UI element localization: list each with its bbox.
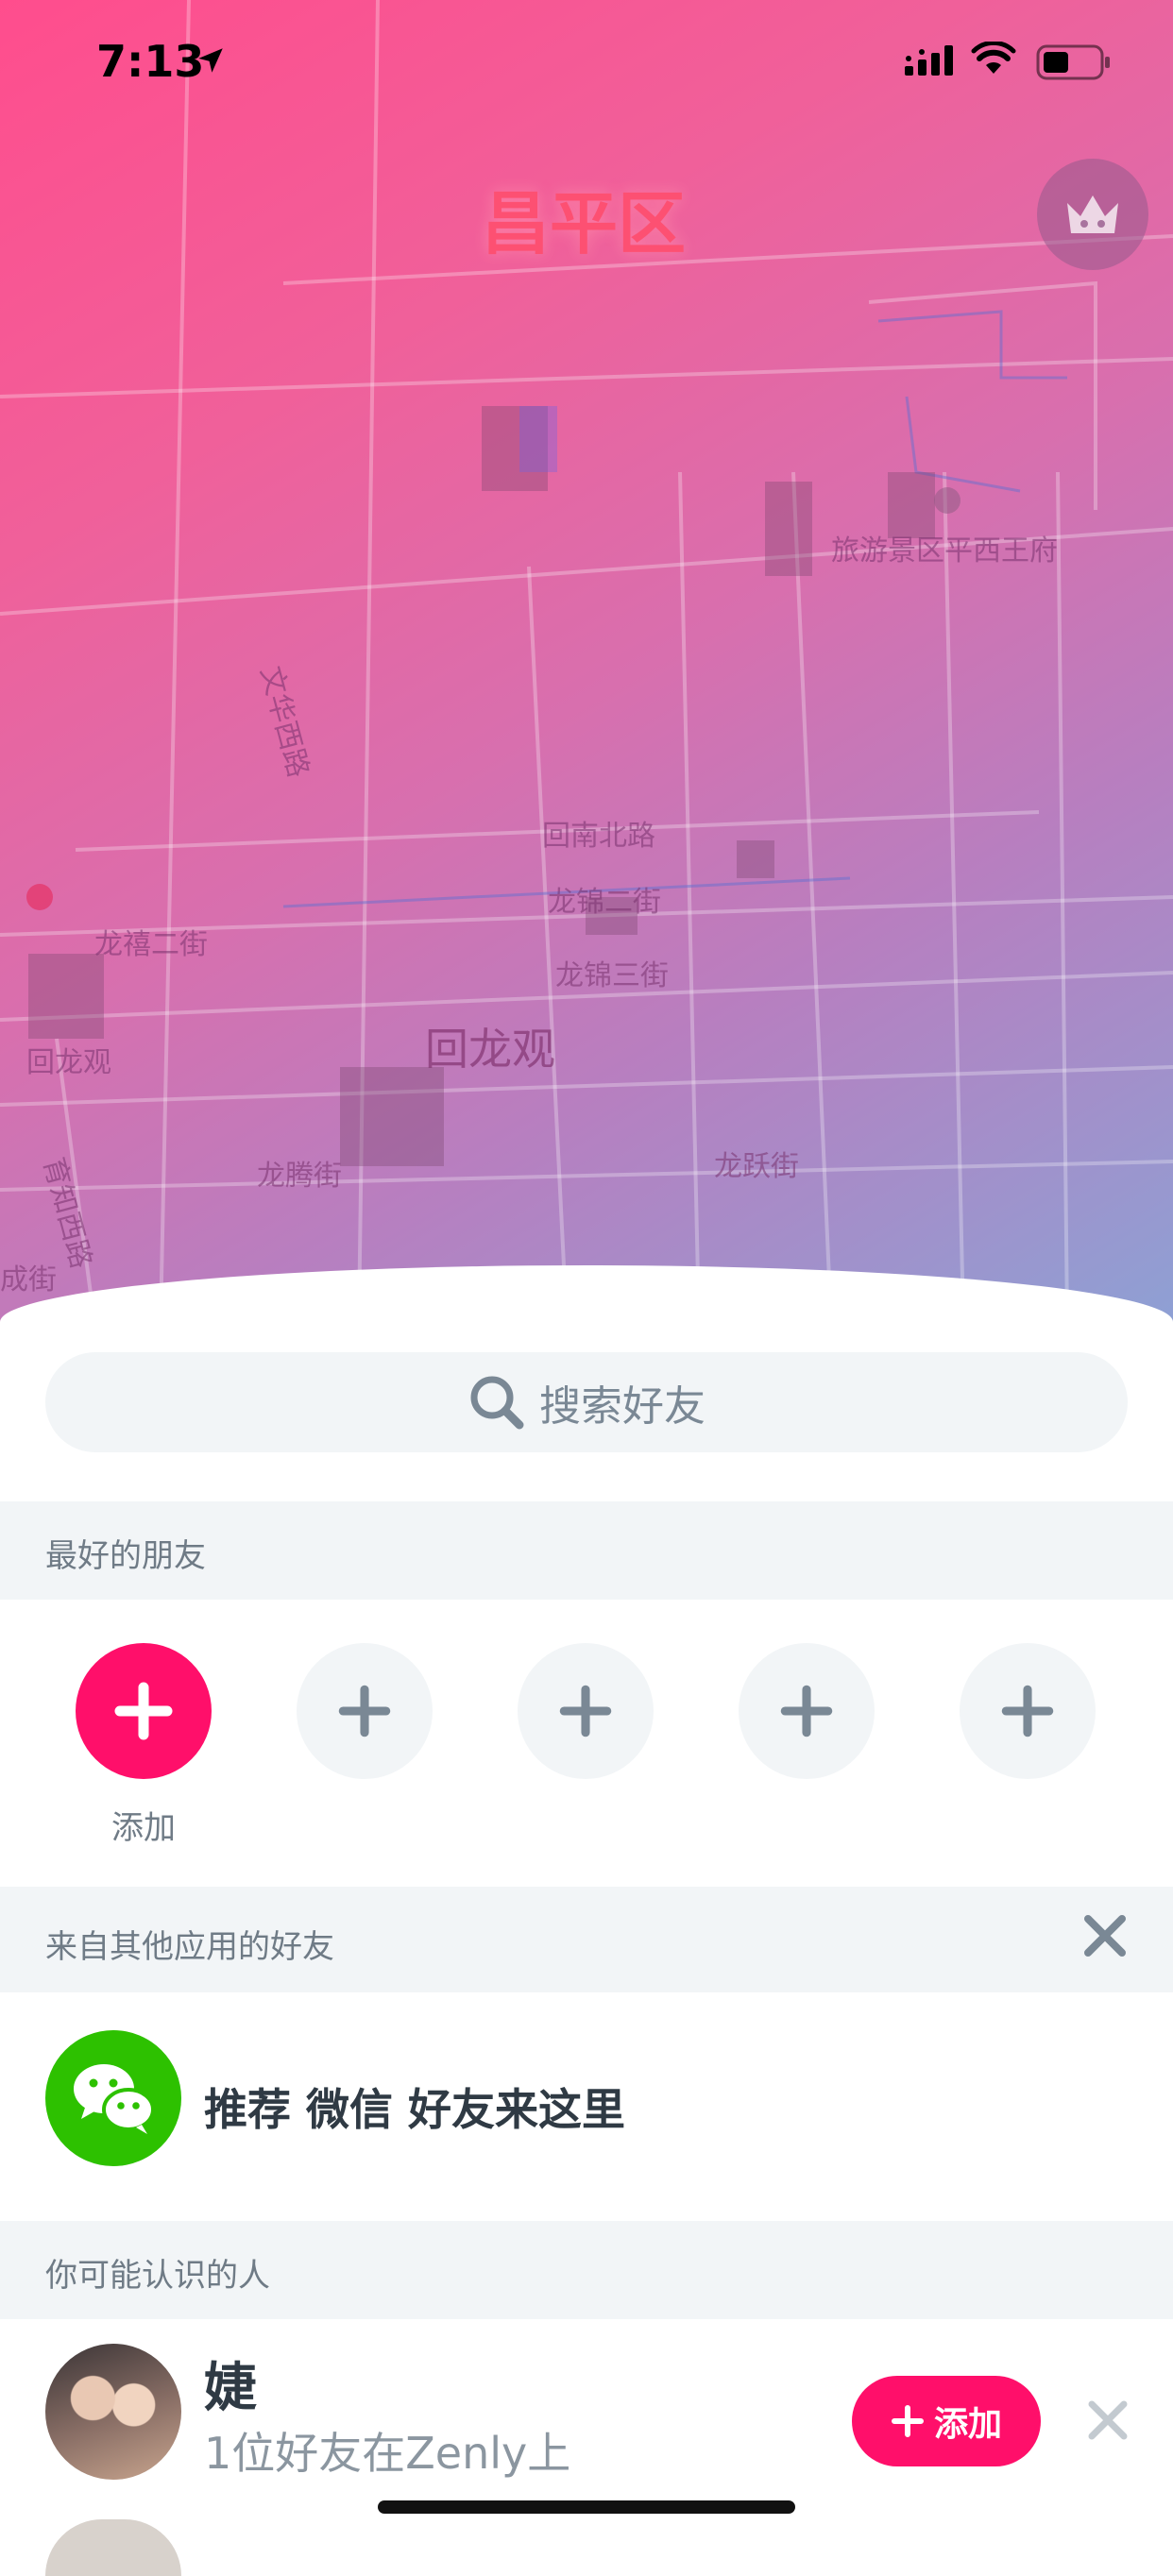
poi-label: 旅游景区平西王府 bbox=[831, 534, 1058, 568]
search-icon bbox=[470, 1376, 524, 1430]
section-title: 最好的朋友 bbox=[45, 1537, 206, 1575]
best-friends-header: 最好的朋友 bbox=[0, 1501, 1173, 1600]
add-friend-label: 添加 bbox=[933, 2405, 1002, 2444]
district-label: 昌平区 bbox=[482, 184, 687, 263]
plus-icon bbox=[559, 1685, 612, 1737]
location-arrow-icon bbox=[198, 48, 223, 73]
home-indicator[interactable] bbox=[378, 2500, 795, 2514]
best-friend-slot[interactable] bbox=[518, 1643, 654, 1779]
plus-icon bbox=[1001, 1685, 1054, 1737]
street-label: 成街 bbox=[0, 1263, 57, 1296]
add-label: 添加 bbox=[111, 1809, 176, 1847]
add-best-friend-button[interactable] bbox=[76, 1643, 212, 1779]
area-label: 回龙观 bbox=[425, 1024, 555, 1075]
street-label: 龙跃街 bbox=[714, 1150, 799, 1183]
status-time: 7:13 bbox=[96, 36, 205, 87]
plus-icon bbox=[891, 2405, 924, 2437]
section-title: 你可能认识的人 bbox=[45, 2257, 270, 2295]
other-apps-header: 来自其他应用的好友 bbox=[0, 1887, 1173, 1992]
person-name: 婕 bbox=[204, 2358, 257, 2419]
battery-icon bbox=[1036, 44, 1110, 80]
search-input[interactable]: 搜索好友 bbox=[45, 1352, 1128, 1452]
crown-icon bbox=[1067, 195, 1118, 233]
crown-button[interactable] bbox=[1037, 159, 1148, 270]
street-label: 龙禧二街 bbox=[94, 928, 208, 961]
dismiss-icon[interactable] bbox=[1084, 2397, 1131, 2444]
best-friend-slot[interactable] bbox=[960, 1643, 1096, 1779]
best-friend-slot[interactable] bbox=[297, 1643, 433, 1779]
person-mutual-friends: 1位好友在Zenly上 bbox=[204, 2428, 571, 2479]
friends-sheet: 搜索好友 最好的朋友 添加 来自其他应用的好友 推荐 微信 好友来这里 你可能认… bbox=[0, 1265, 1173, 2538]
status-bar: 7:13 bbox=[0, 0, 1173, 123]
suggestions-header: 你可能认识的人 bbox=[0, 2221, 1173, 2319]
plus-icon bbox=[780, 1685, 833, 1737]
add-friend-button[interactable]: 添加 bbox=[852, 2376, 1041, 2466]
wechat-icon bbox=[45, 2030, 181, 2166]
street-label: 回南北路 bbox=[542, 820, 655, 853]
section-title: 来自其他应用的好友 bbox=[45, 1928, 334, 1966]
street-label: 龙腾街 bbox=[257, 1160, 342, 1193]
search-placeholder: 搜索好友 bbox=[539, 1382, 706, 1431]
wifi-icon bbox=[971, 42, 1016, 74]
wechat-invite-text: 推荐 微信 好友来这里 bbox=[204, 2084, 626, 2135]
cellular-signal-icon bbox=[905, 45, 953, 76]
close-icon[interactable] bbox=[1080, 1911, 1130, 1960]
suggested-person-row[interactable]: 婕 1位好友在Zenly上 添加 bbox=[0, 2319, 1173, 2508]
map-view[interactable]: 昌平区 旅游景区平西王府 回龙观 文华西路 回南北路 龙锦二街 龙锦三街 龙禧二… bbox=[0, 0, 1173, 1322]
wechat-invite-row[interactable]: 推荐 微信 好友来这里 bbox=[0, 1985, 1173, 2212]
plus-icon bbox=[338, 1685, 391, 1737]
avatar[interactable] bbox=[45, 2344, 181, 2480]
street-label: 龙锦三街 bbox=[555, 959, 669, 992]
street-label: 龙锦二街 bbox=[548, 886, 661, 919]
plus-icon bbox=[114, 1682, 173, 1740]
street-label: 回龙观 bbox=[26, 1046, 111, 1079]
best-friend-slot[interactable] bbox=[739, 1643, 875, 1779]
